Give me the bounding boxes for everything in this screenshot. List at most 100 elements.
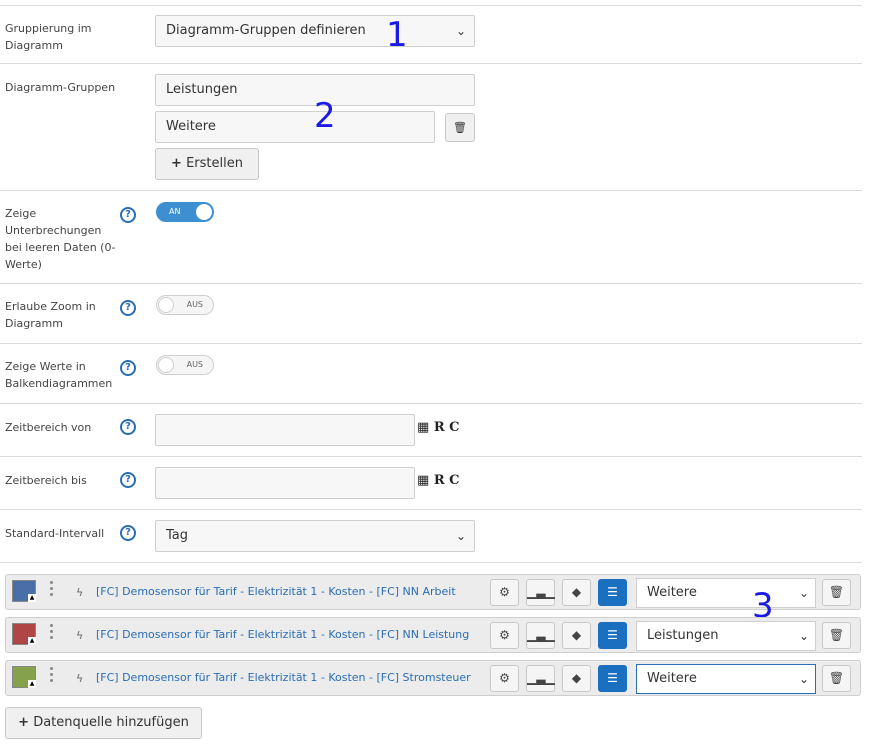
divider (0, 5, 862, 6)
tag-button[interactable]: ◆ (562, 579, 591, 606)
chevron-down-icon: ⌄ (455, 24, 466, 38)
help-icon[interactable]: ? (120, 472, 136, 488)
toggle-state-text: AUS (186, 360, 203, 369)
divider (0, 190, 862, 191)
delete-group-button[interactable]: 🗑 (445, 113, 475, 142)
group-select[interactable]: Weitere ⌄ (636, 664, 816, 694)
annotation-2: 2 (314, 96, 336, 136)
color-picker[interactable]: ▲ (12, 580, 36, 602)
divider (0, 283, 862, 284)
datasource-row: ▲ ϟ [FC] Demosensor für Tarif - Elektriz… (5, 660, 861, 696)
list-button[interactable]: ☰ (598, 665, 627, 692)
chevron-down-icon: ⌄ (798, 629, 809, 643)
add-datasource-button[interactable]: + Datenquelle hinzufügen (5, 707, 202, 739)
clear-time-icon[interactable]: C (449, 420, 459, 435)
divider (0, 456, 862, 457)
chevron-down-icon: ⌄ (455, 529, 466, 543)
grouping-select-value: Diagramm-Gruppen definieren (166, 23, 366, 38)
gears-icon: ⚙ (499, 671, 510, 685)
help-icon[interactable]: ? (120, 207, 136, 223)
bar-chart-icon: ▁▃▁ (527, 671, 555, 685)
list-button[interactable]: ☰ (598, 579, 627, 606)
grouping-select[interactable]: Diagramm-Gruppen definieren ⌄ (155, 15, 475, 47)
settings-button[interactable]: ⚙ (490, 622, 519, 649)
clear-time-icon[interactable]: C (449, 473, 459, 488)
toggle-knob (158, 357, 174, 373)
create-group-button[interactable]: + Erstellen (155, 148, 259, 180)
time-to-icons: ▦ R C (417, 473, 460, 488)
delete-datasource-button[interactable]: 🗑 (822, 622, 851, 649)
list-icon: ☰ (607, 671, 618, 685)
show-values-label: Zeige Werte in Balkendiagrammen (5, 360, 113, 390)
help-icon[interactable]: ? (120, 300, 136, 316)
toggle-knob (158, 297, 174, 313)
calendar-icon[interactable]: ▦ (417, 420, 429, 435)
datasource-link[interactable]: [FC] Demosensor für Tarif - Elektrizität… (96, 585, 456, 598)
trash-icon: 🗑 (828, 628, 845, 642)
settings-button[interactable]: ⚙ (490, 579, 519, 606)
list-icon: ☰ (607, 628, 618, 642)
divider (0, 509, 862, 510)
trash-icon: 🗑 (828, 585, 845, 599)
group-select-value: Weitere (647, 585, 697, 600)
drag-handle-icon[interactable] (50, 581, 54, 599)
chart-type-button[interactable]: ▁▃▁ (526, 579, 555, 606)
divider (0, 343, 862, 344)
delete-datasource-button[interactable]: 🗑 (822, 579, 851, 606)
drag-handle-icon[interactable] (50, 624, 54, 642)
toggle-state-text: AN (169, 207, 181, 216)
tag-icon: ◆ (571, 671, 582, 685)
settings-button[interactable]: ⚙ (490, 665, 519, 692)
group-select[interactable]: Weitere ⌄ (636, 578, 816, 608)
tag-button[interactable]: ◆ (562, 665, 591, 692)
bolt-icon: ϟ (76, 586, 84, 599)
chevron-down-icon: ⌄ (798, 672, 809, 686)
interval-select-value: Tag (166, 528, 189, 543)
group-input-weitere[interactable]: Weitere (155, 111, 435, 143)
list-button[interactable]: ☰ (598, 622, 627, 649)
group-select-value: Leistungen (647, 628, 719, 643)
bolt-icon: ϟ (76, 629, 84, 642)
relative-time-icon[interactable]: R (434, 473, 445, 488)
time-to-label: Zeitbereich bis (5, 474, 87, 487)
toggle-state-text: AUS (186, 300, 203, 309)
help-icon[interactable]: ? (120, 525, 136, 541)
tag-icon: ◆ (571, 628, 582, 642)
chevron-down-icon: ⌄ (798, 586, 809, 600)
trash-icon: 🗑 (828, 671, 845, 685)
create-group-label: Erstellen (186, 156, 243, 171)
gears-icon: ⚙ (499, 628, 510, 642)
color-picker[interactable]: ▲ (12, 623, 36, 645)
gears-icon: ⚙ (499, 585, 510, 599)
color-arrow-icon: ▲ (28, 637, 36, 645)
group-select[interactable]: Leistungen ⌄ (636, 621, 816, 651)
allow-zoom-toggle[interactable]: AUS (156, 295, 214, 315)
relative-time-icon[interactable]: R (434, 420, 445, 435)
chart-type-button[interactable]: ▁▃▁ (526, 622, 555, 649)
bar-chart-icon: ▁▃▁ (527, 628, 555, 642)
datasource-link[interactable]: [FC] Demosensor für Tarif - Elektrizität… (96, 628, 469, 641)
help-icon[interactable]: ? (120, 419, 136, 435)
interval-select[interactable]: Tag ⌄ (155, 520, 475, 552)
show-gaps-toggle[interactable]: AN (156, 202, 214, 222)
delete-datasource-button[interactable]: 🗑 (822, 665, 851, 692)
calendar-icon[interactable]: ▦ (417, 473, 429, 488)
tag-icon: ◆ (571, 585, 582, 599)
divider (0, 403, 862, 404)
show-values-toggle[interactable]: AUS (156, 355, 214, 375)
time-to-input[interactable] (155, 467, 415, 499)
time-from-icons: ▦ R C (417, 420, 460, 435)
time-from-input[interactable] (155, 414, 415, 446)
chart-type-button[interactable]: ▁▃▁ (526, 665, 555, 692)
show-gaps-label: Zeige Unterbrechungen bei leeren Daten (… (5, 207, 116, 271)
divider (0, 562, 862, 563)
annotation-1: 1 (386, 15, 408, 55)
plus-icon: + (171, 156, 182, 171)
tag-button[interactable]: ◆ (562, 622, 591, 649)
datasource-link[interactable]: [FC] Demosensor für Tarif - Elektrizität… (96, 671, 471, 684)
drag-handle-icon[interactable] (50, 667, 54, 685)
bar-chart-icon: ▁▃▁ (527, 585, 555, 599)
color-picker[interactable]: ▲ (12, 666, 36, 688)
bolt-icon: ϟ (76, 672, 84, 685)
help-icon[interactable]: ? (120, 360, 136, 376)
